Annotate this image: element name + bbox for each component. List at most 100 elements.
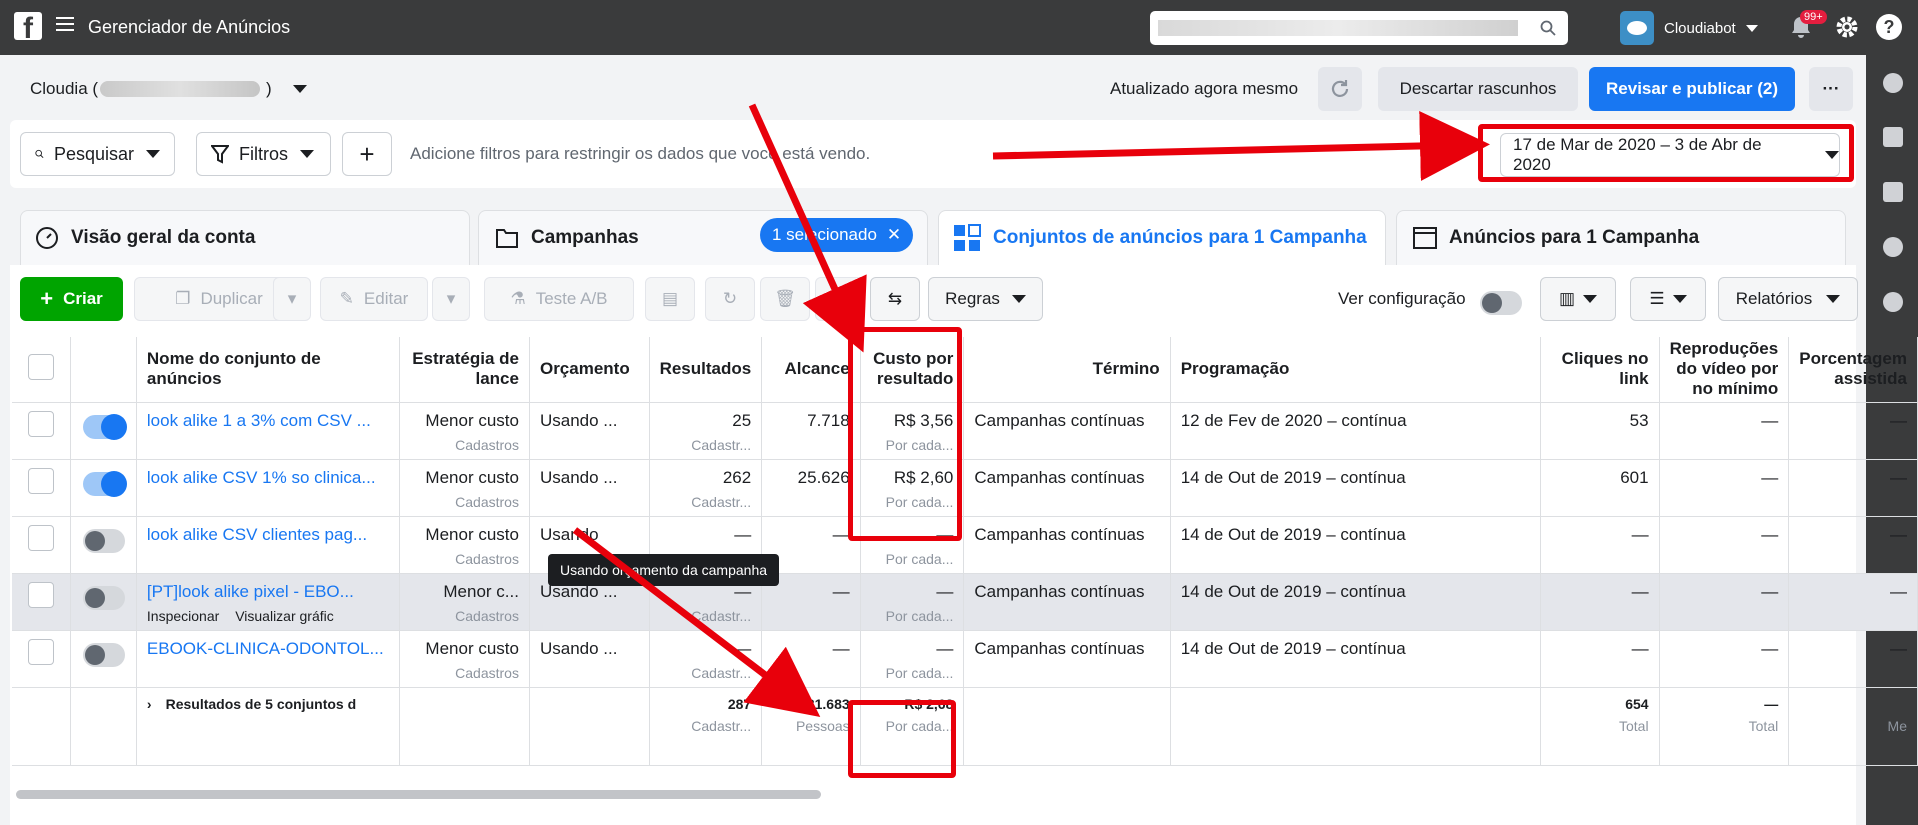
col-header-name[interactable]: Nome do conjunto de anúncios	[136, 337, 400, 403]
chart-bar-icon[interactable]	[1883, 127, 1903, 147]
row-checkbox[interactable]	[27, 524, 54, 551]
trash-icon[interactable]: 🗑	[760, 277, 810, 321]
search-filter-button[interactable]: Pesquisar	[20, 132, 175, 176]
schedule-value: 14 de Out de 2019 – contínua	[1180, 467, 1406, 487]
adset-name-link[interactable]: look alike CSV 1% so clinica...	[147, 468, 389, 488]
totals-percent-sub: Me	[1887, 717, 1907, 734]
bid-strategy: Menor c...	[443, 581, 519, 601]
edit-menu-button[interactable]: ▾	[432, 277, 470, 321]
search-icon	[1540, 20, 1556, 36]
revert-icon[interactable]: ↻	[705, 277, 755, 321]
adset-name-link[interactable]: look alike 1 a 3% com CSV ...	[147, 411, 389, 431]
help-icon[interactable]: ?	[1876, 14, 1902, 40]
totals-results-sub: Cadastr...	[691, 717, 752, 734]
cost-sub: Por cada...	[885, 664, 954, 681]
reports-button[interactable]: Relatórios	[1718, 277, 1858, 321]
table-row[interactable]: look alike CSV clientes pag... Menor cust…	[12, 516, 1918, 574]
collapse-icon[interactable]	[1883, 73, 1903, 93]
duplicate-menu-button[interactable]: ▾	[273, 277, 311, 321]
row-toggle[interactable]	[82, 413, 127, 440]
columns-button[interactable]: ▥	[1540, 277, 1616, 321]
inspect-icon[interactable]	[1883, 292, 1903, 312]
col-header-reach[interactable]: Alcance	[761, 337, 861, 403]
rules-button[interactable]: Regras	[928, 277, 1043, 321]
budget-cell[interactable]: Usando	[540, 525, 639, 545]
tag-icon[interactable]: ⚲	[815, 277, 865, 321]
select-all-cell	[12, 337, 71, 403]
tab-account-overview[interactable]: Visão geral da conta	[20, 210, 470, 265]
bid-sub: Cadastros	[455, 607, 519, 624]
breakdown-button[interactable]: ☰	[1630, 277, 1706, 321]
col-header-budget[interactable]: Orçamento	[529, 337, 650, 403]
refresh-button[interactable]	[1318, 67, 1362, 111]
create-button[interactable]: + Criar	[20, 277, 123, 321]
menu-icon[interactable]	[56, 17, 74, 35]
col-header-clicks[interactable]: Cliques no link	[1540, 337, 1660, 403]
edit-button[interactable]: ✎ Editar	[320, 277, 428, 321]
bid-sub: Cadastros	[455, 664, 519, 681]
row-toggle[interactable]	[82, 470, 127, 497]
selected-count-pill[interactable]: 1 selecionado ✕	[760, 218, 914, 252]
ab-test-button[interactable]: ⚗ Teste A/B	[484, 277, 634, 321]
more-options-button[interactable]: ···	[1809, 67, 1853, 111]
gear-icon[interactable]	[1834, 14, 1860, 40]
row-toggle[interactable]	[82, 528, 125, 553]
adset-name-link[interactable]: [PT]look alike pixel - EBO...	[147, 582, 389, 602]
facebook-logo-icon[interactable]: f	[14, 12, 42, 40]
tab-label: Conjuntos de anúncios para 1 Campanha	[993, 227, 1367, 248]
col-header-video[interactable]: Reproduções do vídeo por no mínimo	[1659, 337, 1790, 403]
chevron-down-icon[interactable]	[293, 85, 307, 93]
close-icon[interactable]: ✕	[887, 225, 901, 245]
col-header-end[interactable]: Término	[963, 337, 1171, 403]
horizontal-scrollbar[interactable]	[16, 790, 821, 799]
table-row[interactable]: look alike 1 a 3% com CSV ... Menor custo…	[12, 402, 1918, 460]
search-input[interactable]	[1150, 11, 1568, 45]
totals-reach: 31.683	[806, 695, 850, 712]
col-header-bid[interactable]: Estratégia de lance	[399, 337, 530, 403]
select-all-checkbox[interactable]	[27, 353, 54, 380]
budget-cell[interactable]: Usando ...	[540, 411, 639, 431]
clicks-value: —	[1631, 638, 1649, 658]
col-header-results[interactable]: Resultados	[649, 337, 763, 403]
add-filter-button[interactable]: +	[342, 132, 392, 176]
row-toggle[interactable]	[82, 585, 125, 610]
adset-name-link[interactable]: EBOOK-CLINICA-ODONTOL...	[147, 639, 389, 659]
duplicate-label: Duplicar	[200, 289, 263, 308]
budget-cell[interactable]: Usando ...	[540, 468, 639, 488]
budget-tooltip: Usando orçamento da campanha	[548, 554, 780, 586]
sync-icon[interactable]: ⇆	[870, 277, 920, 321]
row-checkbox[interactable]	[27, 410, 54, 437]
table-row[interactable]: EBOOK-CLINICA-ODONTOL... Menor custo Cadas…	[12, 630, 1918, 688]
view-config-toggle[interactable]	[1480, 291, 1522, 315]
row-checkbox[interactable]	[27, 581, 54, 608]
row-checkbox[interactable]	[27, 467, 54, 494]
row-checkbox[interactable]	[27, 638, 54, 665]
grid-icon	[954, 224, 981, 251]
account-switcher[interactable]: Cloudiabot	[1620, 11, 1758, 45]
totals-percent	[1799, 696, 1907, 712]
pencil-icon[interactable]	[1883, 182, 1903, 202]
schedule-value: 14 de Out de 2019 – contínua	[1180, 581, 1406, 601]
tab-adsets[interactable]: Conjuntos de anúncios para 1 Campanha	[938, 210, 1386, 265]
table-row[interactable]: [PT]look alike pixel - EBO... Inspecionar…	[12, 573, 1918, 631]
results-sub: Cadastr...	[691, 436, 752, 453]
col-header-schedule[interactable]: Programação	[1170, 337, 1542, 403]
inspect-link[interactable]: Inspecionar	[147, 608, 219, 624]
col-header-percent[interactable]: Porcentagem assistida	[1788, 337, 1918, 403]
discard-drafts-button[interactable]: Descartar rascunhos	[1378, 67, 1578, 111]
clipboard-icon[interactable]: ▤	[645, 277, 695, 321]
budget-cell[interactable]: Usando ...	[540, 639, 639, 659]
filters-button[interactable]: Filtros	[196, 132, 331, 176]
review-publish-button[interactable]: Revisar e publicar (2)	[1589, 67, 1795, 111]
row-toggle[interactable]	[82, 642, 125, 667]
expand-icon[interactable]: ›	[147, 696, 152, 712]
tab-ads[interactable]: Anúncios para 1 Campanha	[1396, 210, 1846, 265]
adsets-table: Nome do conjunto de anúncios Estratégia …	[12, 337, 1918, 766]
adset-name-link[interactable]: look alike CSV clientes pag...	[147, 525, 389, 545]
totals-results: 287	[727, 695, 752, 712]
video-value: —	[1761, 467, 1779, 487]
table-header: Nome do conjunto de anúncios Estratégia …	[12, 337, 1918, 403]
view-chart-link[interactable]: Visualizar gráfic	[235, 608, 334, 624]
table-row[interactable]: look alike CSV 1% so clinica... Menor cus…	[12, 459, 1918, 517]
clock-icon[interactable]	[1883, 237, 1903, 257]
